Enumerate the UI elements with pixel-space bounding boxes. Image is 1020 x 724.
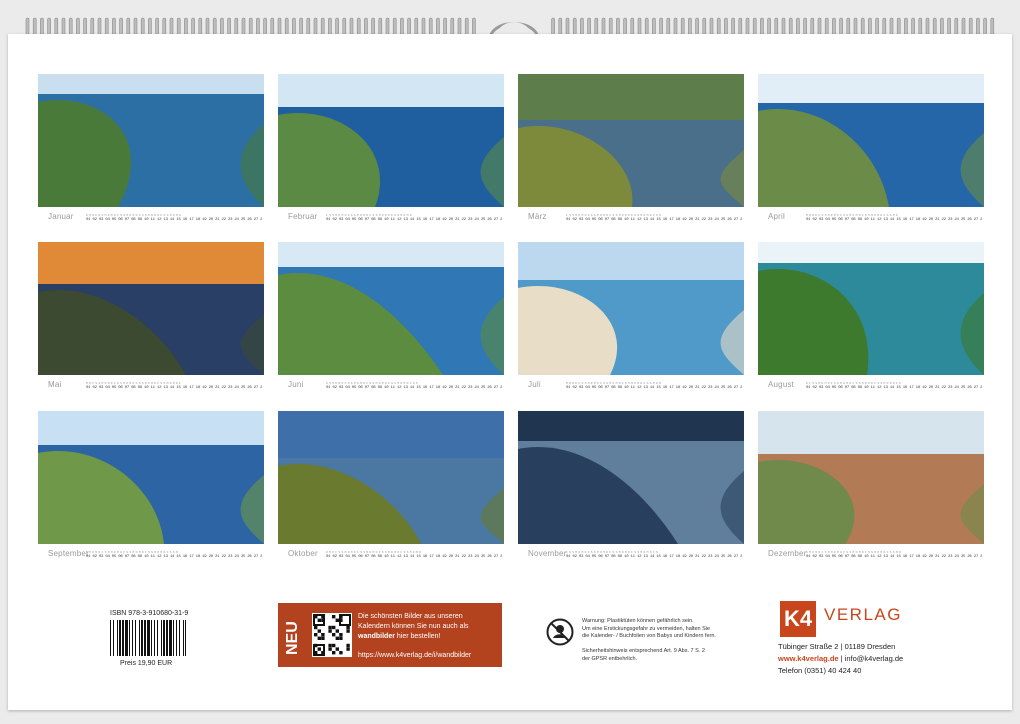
- month-day-strip: D M D F S S M D M D F S S M D M D F S S …: [86, 214, 262, 222]
- month-photo: [758, 242, 984, 375]
- promo-text: Die schönsten Bilder aus unseren Kalende…: [358, 613, 469, 640]
- no-baby-warning-icon: [546, 618, 574, 646]
- month-card: Juni S S M D M D F S S M D M D F S S M D …: [278, 242, 504, 392]
- month-card: September S M D M D F S S M D M D F S S M…: [38, 411, 264, 561]
- month-card: Februar F S S M D M D F S S M D M D F S S…: [278, 74, 504, 224]
- month-photo: [278, 74, 504, 207]
- promo-url-link[interactable]: https://www.k4verlag.de/i/wandbilder: [358, 652, 471, 659]
- month-day-strip: M D M D F S S M D M D F S S M D M D F S …: [566, 382, 742, 390]
- month-card: März F S S M D M D F S S M D M D F S S M …: [518, 74, 744, 224]
- publisher-phone: Telefon (0351) 40 424 40: [778, 666, 862, 675]
- month-photo: [758, 74, 984, 207]
- month-photo: [518, 74, 744, 207]
- month-name: August: [768, 380, 795, 389]
- neu-badge: NEU: [284, 621, 301, 655]
- month-card: Mai M D F S S M D M D F S S M D M D F S S…: [38, 242, 264, 392]
- month-name: April: [768, 212, 786, 221]
- month-name: Februar: [288, 212, 318, 221]
- publisher-address: Tübinger Straße 2 | 01189 Dresden: [778, 642, 896, 651]
- publisher-contact: Tübinger Straße 2 | 01189 Dresden www.k4…: [778, 642, 904, 675]
- month-photo: [38, 411, 264, 544]
- publisher-website-link[interactable]: www.k4verlag.de: [778, 654, 839, 663]
- month-card: Oktober D M D F S S M D M D F S S M D M D…: [278, 411, 504, 561]
- month-name: November: [528, 549, 567, 558]
- month-card: August D F S S M D M D F S S M D M D F S …: [758, 242, 984, 392]
- month-day-strip: M D M D F S S M D M D F S S M D M D F S …: [806, 214, 982, 222]
- month-name: Januar: [48, 212, 74, 221]
- month-photo: [278, 242, 504, 375]
- qr-code-icon[interactable]: [312, 613, 352, 657]
- month-name: Dezember: [768, 549, 807, 558]
- month-card: Januar D M D F S S M D M D F S S M D M D …: [38, 74, 264, 224]
- month-card: November F S S M D M D F S S M D M D F S …: [518, 411, 744, 561]
- month-photo: [38, 74, 264, 207]
- wandbilder-promo-banner[interactable]: NEU Die schönsten Bilder aus unseren Kal…: [278, 603, 502, 667]
- month-name: Juni: [288, 380, 304, 389]
- month-name: Oktober: [288, 549, 318, 558]
- month-day-strip: D M D F S S M D M D F S S M D M D F S S …: [326, 551, 502, 559]
- month-name: Mai: [48, 380, 62, 389]
- month-day-strip: F S S M D M D F S S M D M D F S S M D M …: [566, 214, 742, 222]
- k4-logo-mark: K4: [780, 601, 816, 637]
- month-photo: [518, 242, 744, 375]
- month-name: März: [528, 212, 547, 221]
- month-photo: [278, 411, 504, 544]
- month-day-strip: D F S S M D M D F S S M D M D F S S M D …: [806, 382, 982, 390]
- month-card: Juli M D M D F S S M D M D F S S M D M D …: [518, 242, 744, 392]
- month-photo: [518, 411, 744, 544]
- isbn-label: ISBN 978-3-910680-31-9: [110, 610, 189, 617]
- gpsr-safety-note: Sicherheitshinweis entsprechend Art. 9 A…: [582, 648, 705, 662]
- price-label: Preis 19,90 EUR: [120, 660, 173, 667]
- plastic-bag-warning: Warnung: Plastiktüten können gefährlich …: [582, 618, 716, 639]
- k4-logo-wordmark: VERLAG: [824, 605, 902, 624]
- month-name: Juli: [528, 380, 541, 389]
- month-day-strip: S S M D M D F S S M D M D F S S M D M D …: [326, 382, 502, 390]
- month-day-strip: F S S M D M D F S S M D M D F S S M D M …: [566, 551, 742, 559]
- month-photo: [758, 411, 984, 544]
- month-card: April M D M D F S S M D M D F S S M D M D…: [758, 74, 984, 224]
- month-day-strip: S M D M D F S S M D M D F S S M D M D F …: [806, 551, 982, 559]
- month-day-strip: M D F S S M D M D F S S M D M D F S S M …: [86, 382, 262, 390]
- barcode-icon: [110, 620, 186, 656]
- month-card: Dezember S M D M D F S S M D M D F S S M …: [758, 411, 984, 561]
- month-day-strip: F S S M D M D F S S M D M D F S S M D M …: [326, 214, 502, 222]
- month-name: September: [48, 549, 89, 558]
- month-day-strip: S M D M D F S S M D M D F S S M D M D F …: [86, 551, 262, 559]
- month-photo: [38, 242, 264, 375]
- publisher-email-link[interactable]: info@k4verlag.de: [845, 654, 903, 663]
